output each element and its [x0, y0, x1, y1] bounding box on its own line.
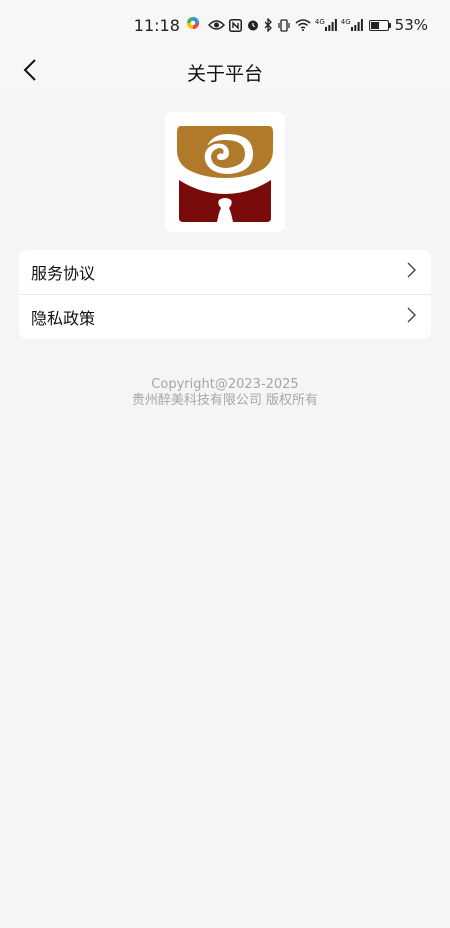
bluetooth-icon [264, 18, 273, 32]
status-bar: 11:18 4G 4G 53% [0, 0, 450, 50]
app-notification-icon [186, 16, 200, 34]
signal-icon-sim2: 4G [341, 19, 363, 31]
battery-icon [368, 19, 389, 31]
battery-fill [370, 21, 380, 29]
page-title: 关于平台 [186, 62, 263, 85]
status-time: 11:18 [133, 15, 180, 35]
chevron-left-icon [23, 59, 37, 85]
copyright-text: Copyright@2023-2025 [151, 377, 299, 392]
company-text: 贵州醉美科技有限公司 版权所有 [131, 393, 319, 408]
eye-icon [207, 19, 225, 31]
copyright-footer: Copyright@2023-2025 贵州醉美科技有限公司 版权所有 [0, 377, 450, 409]
menu-item-privacy-policy[interactable]: 隐私政策 [19, 295, 431, 339]
nav-bar: 关于平台 [0, 50, 450, 94]
menu-item-service-agreement[interactable]: 服务协议 [19, 250, 431, 294]
vibrate-icon [277, 18, 291, 32]
battery-percent: 53% [394, 16, 428, 34]
signal-icon-sim1: 4G [315, 19, 337, 31]
chevron-right-icon [407, 262, 416, 282]
menu-card: 服务协议 隐私政策 [19, 250, 431, 339]
menu-item-label: 服务协议 [31, 264, 96, 283]
nfc-icon [228, 18, 242, 32]
wifi-icon [295, 19, 311, 31]
battery-indicator: 53% [368, 16, 428, 34]
app-logo [165, 112, 285, 232]
menu-item-label: 隐私政策 [31, 309, 96, 328]
chevron-right-icon [407, 307, 416, 327]
back-button[interactable] [14, 56, 46, 88]
logo-icon [177, 126, 273, 222]
alarm-icon [246, 18, 260, 32]
